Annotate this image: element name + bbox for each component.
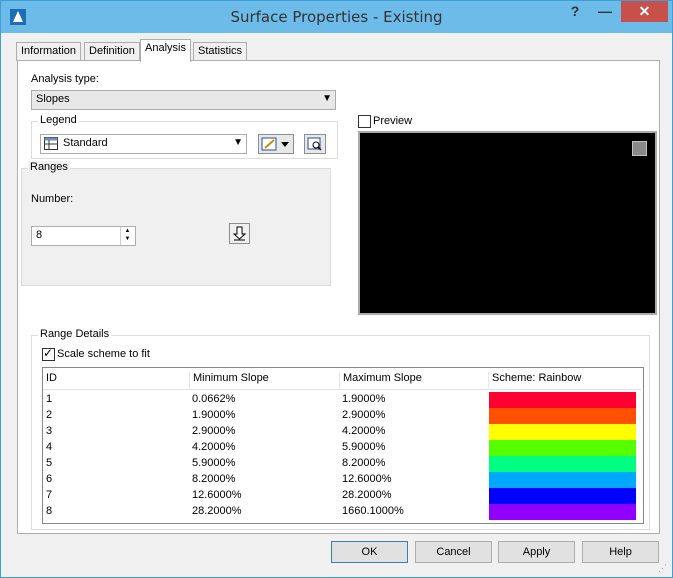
table-header: ID Minimum Slope Maximum Slope Scheme: R…: [43, 368, 641, 390]
analysis-type-value: Slopes: [36, 93, 70, 105]
row-id: 6: [46, 473, 53, 485]
title-bar: Surface Properties - Existing ? — ✕: [1, 1, 672, 33]
help-button[interactable]: Help: [582, 541, 659, 563]
row-max-slope: 8.2000%: [342, 457, 386, 469]
column-header-id[interactable]: ID: [43, 372, 57, 388]
row-min-slope: 4.2000%: [192, 441, 236, 453]
resize-grip-icon[interactable]: ⋰: [658, 563, 670, 575]
chevron-down-icon: ▼: [233, 137, 243, 148]
row-max-slope: 4.2000%: [342, 425, 386, 437]
row-id: 3: [46, 425, 53, 437]
tab-statistics[interactable]: Statistics: [193, 42, 248, 61]
row-color-swatch[interactable]: [489, 392, 636, 408]
tab-definition[interactable]: Definition: [84, 42, 140, 61]
table-row[interactable]: 8 28.2000% 1660.1000%: [43, 504, 641, 520]
table-row[interactable]: 3 2.9000% 4.2000%: [43, 424, 641, 440]
row-max-slope: 2.9000%: [342, 409, 386, 421]
row-color-swatch[interactable]: [489, 408, 636, 424]
row-id: 8: [46, 505, 53, 517]
ranges-group-label: Ranges: [28, 161, 70, 173]
table-row[interactable]: 6 8.2000% 12.6000%: [43, 472, 641, 488]
table-row[interactable]: 7 12.6000% 28.2000%: [43, 488, 641, 504]
preview-view-cube-icon[interactable]: [632, 141, 647, 156]
row-color-swatch[interactable]: [489, 440, 636, 456]
scale-scheme-checkbox[interactable]: [42, 346, 55, 361]
number-value: 8: [36, 229, 43, 241]
spinner-arrows-icon[interactable]: ▲ ▼: [120, 227, 134, 245]
tab-analysis[interactable]: Analysis: [140, 39, 191, 62]
row-color-swatch[interactable]: [489, 456, 636, 472]
row-color-swatch[interactable]: [489, 488, 636, 504]
down-arrow-icon: [233, 226, 246, 241]
row-max-slope: 5.9000%: [342, 441, 386, 453]
column-header-max-slope[interactable]: Maximum Slope: [339, 372, 422, 388]
number-label: Number:: [31, 193, 74, 205]
row-color-swatch[interactable]: [489, 504, 636, 520]
close-button[interactable]: ✕: [621, 1, 668, 22]
column-header-scheme[interactable]: Scheme: Rainbow: [488, 372, 581, 388]
table-row[interactable]: 5 5.9000% 8.2000%: [43, 456, 641, 472]
row-min-slope: 0.0662%: [192, 393, 236, 405]
preview-checkbox[interactable]: [358, 115, 371, 128]
legend-select[interactable]: Standard ▼: [40, 134, 247, 154]
scale-scheme-label: Scale scheme to fit: [57, 348, 150, 360]
apply-button[interactable]: Apply: [498, 541, 575, 563]
row-color-swatch[interactable]: [489, 472, 636, 488]
range-details-table[interactable]: ID Minimum Slope Maximum Slope Scheme: R…: [42, 367, 644, 524]
legend-group: Legend Standard ▼: [31, 114, 338, 159]
preview-label: Preview: [373, 115, 413, 127]
row-max-slope: 12.6000%: [342, 473, 392, 485]
analysis-panel: Analysis type: Slopes ▼ Legend Standard …: [17, 60, 660, 534]
ok-button[interactable]: OK: [331, 541, 408, 563]
number-spinner[interactable]: 8 ▲ ▼: [31, 226, 136, 246]
table-row[interactable]: 4 4.2000% 5.9000%: [43, 440, 641, 456]
legend-group-label: Legend: [38, 114, 79, 126]
row-max-slope: 28.2000%: [342, 489, 392, 501]
analysis-type-label: Analysis type:: [31, 73, 99, 85]
edit-legend-style-button[interactable]: [258, 134, 294, 154]
tab-information[interactable]: Information: [16, 42, 82, 61]
edit-style-icon: [261, 137, 289, 151]
update-ranges-button[interactable]: [229, 223, 250, 244]
row-min-slope: 28.2000%: [192, 505, 242, 517]
pick-legend-style-button[interactable]: [304, 134, 326, 154]
row-id: 1: [46, 393, 53, 405]
row-id: 7: [46, 489, 53, 501]
row-id: 4: [46, 441, 53, 453]
table-style-icon: [44, 137, 58, 150]
row-min-slope: 12.6000%: [192, 489, 242, 501]
preview-canvas: [358, 131, 657, 315]
minimize-button[interactable]: —: [591, 1, 619, 22]
help-title-button[interactable]: ?: [561, 1, 589, 22]
legend-value: Standard: [63, 137, 108, 149]
row-min-slope: 8.2000%: [192, 473, 236, 485]
row-id: 2: [46, 409, 53, 421]
table-row[interactable]: 2 1.9000% 2.9000%: [43, 408, 641, 424]
dialog-window: Surface Properties - Existing ? — ✕ Info…: [0, 0, 673, 578]
row-max-slope: 1.9000%: [342, 393, 386, 405]
column-header-min-slope[interactable]: Minimum Slope: [189, 372, 269, 388]
row-min-slope: 5.9000%: [192, 457, 236, 469]
chevron-down-icon: ▼: [322, 93, 332, 104]
row-color-swatch[interactable]: [489, 424, 636, 440]
row-min-slope: 1.9000%: [192, 409, 236, 421]
ranges-group: Ranges Number: 8 ▲ ▼: [21, 161, 331, 286]
dialog-content: Information Definition Analysis Statisti…: [9, 33, 664, 534]
magnifier-icon: [307, 137, 322, 151]
row-id: 5: [46, 457, 53, 469]
range-details-label: Range Details: [38, 328, 112, 340]
analysis-type-select[interactable]: Slopes ▼: [31, 90, 336, 110]
cancel-button[interactable]: Cancel: [415, 541, 492, 563]
table-row[interactable]: 1 0.0662% 1.9000%: [43, 392, 641, 408]
row-min-slope: 2.9000%: [192, 425, 236, 437]
row-max-slope: 1660.1000%: [342, 505, 404, 517]
